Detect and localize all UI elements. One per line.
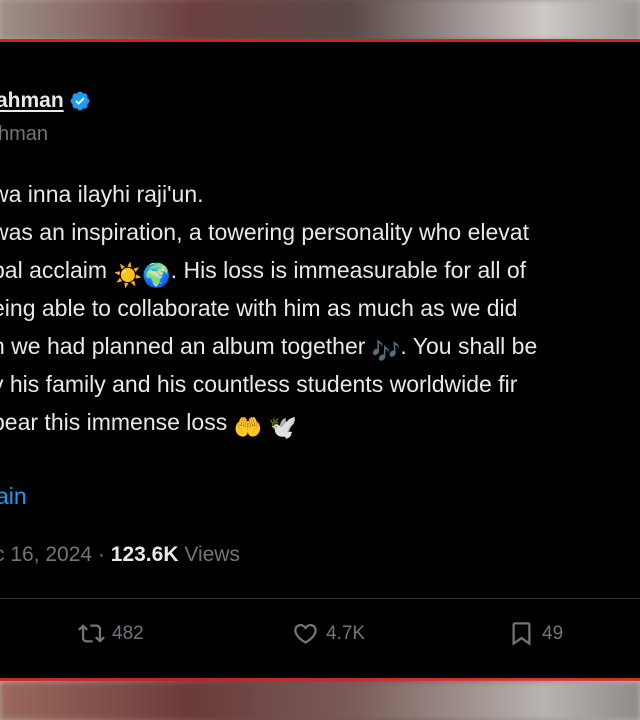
tweet-text: wa inna ilayhi raji'un. was an inspirati… (0, 175, 640, 441)
tweet-line: eing able to collaborate with him as muc… (0, 295, 518, 321)
retweet-button[interactable]: 482 (78, 620, 144, 647)
tweet-line: n we had planned an album together 🎶. Yo… (0, 327, 640, 365)
bookmark-button[interactable]: 49 (508, 620, 563, 647)
bookmark-count: 49 (542, 622, 564, 644)
retweet-count: 482 (112, 622, 144, 644)
tweet-card: ahman hman wa inna ilayhi raji'un. was a… (0, 39, 640, 681)
like-button[interactable]: 4.7K (292, 620, 365, 647)
tweet-line: bal acclaim ☀️🌍. His loss is immeasurabl… (0, 251, 640, 289)
author-display-name[interactable]: ahman (0, 89, 64, 113)
heart-icon (294, 623, 317, 644)
author-row: ahman (0, 89, 91, 113)
palms-up-emoji: 🤲 (233, 414, 263, 440)
tweet-date[interactable]: c 16, 2024 (0, 543, 92, 566)
tweet-line: was an inspiration, a towering personali… (0, 219, 529, 245)
divider (0, 598, 640, 599)
blurred-background-bottom (0, 682, 640, 720)
show-more-link[interactable]: ain (0, 483, 27, 510)
views-count[interactable]: 123.6K (111, 543, 179, 566)
like-count: 4.7K (326, 622, 366, 644)
tweet-line: wa inna ilayhi raji'un. (0, 181, 204, 207)
verified-badge-icon (70, 91, 90, 111)
blurred-background-top (0, 0, 640, 40)
views-label: Views (178, 543, 240, 566)
bookmark-icon (512, 622, 531, 646)
action-bar: 482 4.7K 49 (0, 620, 640, 654)
tweet-line: bear this immense loss 🤲 🕊️ (0, 403, 640, 441)
tweet-line: y his family and his countless students … (0, 371, 518, 397)
dove-emoji: 🕊️ (268, 414, 298, 440)
tweet-meta: c 16, 2024 · 123.6K Views (0, 543, 240, 567)
author-handle[interactable]: hman (0, 123, 48, 146)
retweet-icon (78, 624, 105, 643)
